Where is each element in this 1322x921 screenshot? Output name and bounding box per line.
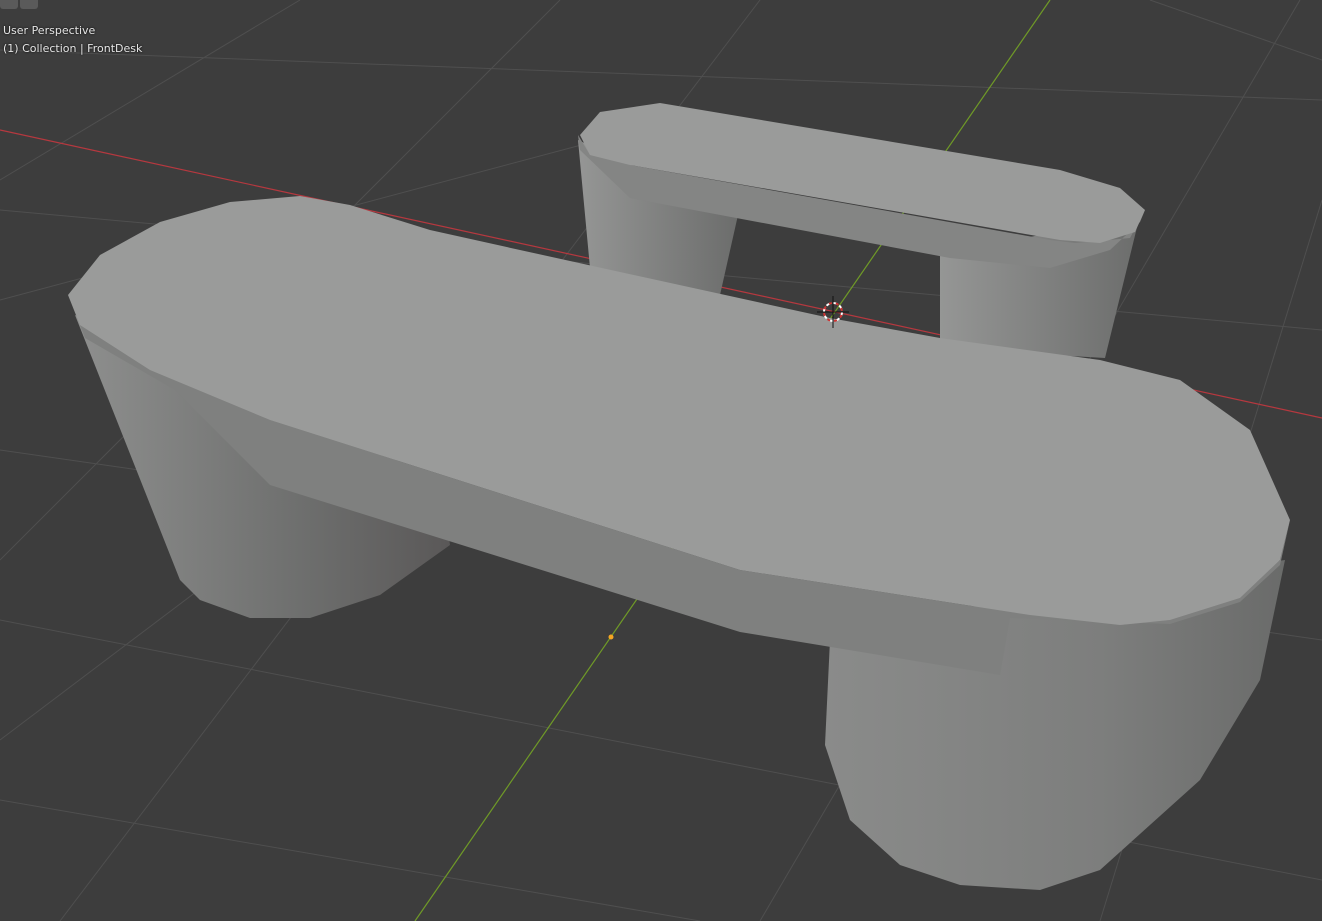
view-name: User Perspective (3, 24, 96, 37)
overlay-toggle-icon[interactable] (20, 0, 38, 9)
viewport-info: User Perspective (1) Collection | FrontD… (3, 22, 142, 58)
collection-label: (1) Collection | FrontDesk (3, 42, 143, 55)
viewport-header-buttons (0, 0, 38, 9)
3d-viewport[interactable] (0, 0, 1322, 921)
origin-icon (608, 634, 614, 640)
view-toggle-icon[interactable] (0, 0, 18, 9)
